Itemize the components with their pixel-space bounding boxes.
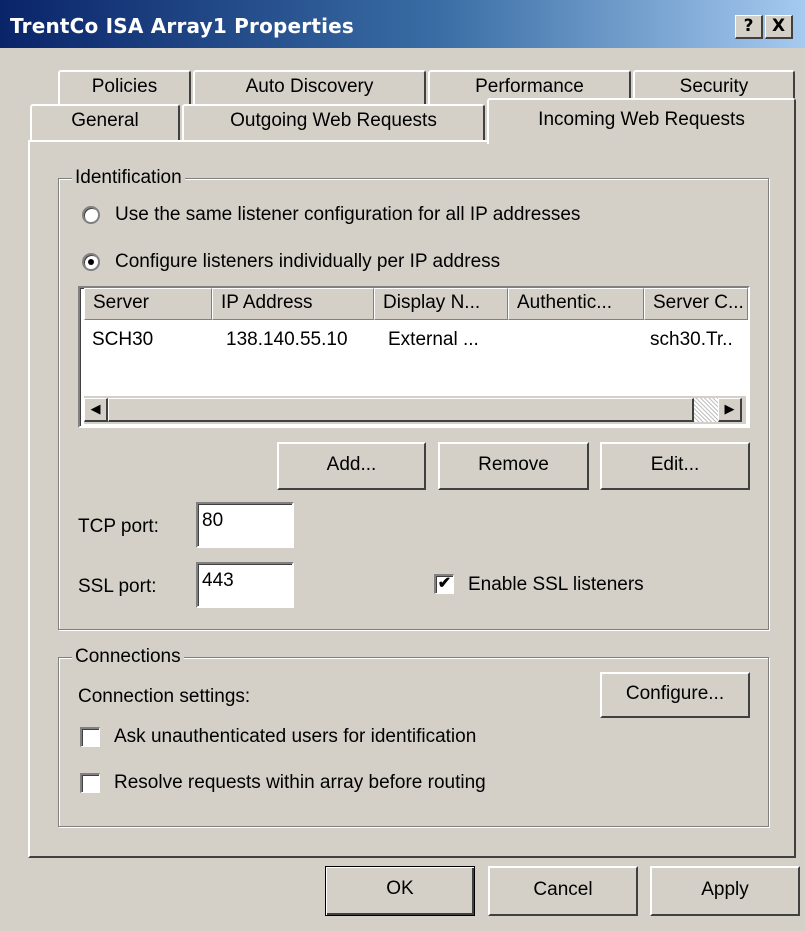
radio-same-config[interactable]: [82, 206, 100, 224]
tab-auto-discovery[interactable]: Auto Discovery: [193, 70, 426, 104]
tab-label: Auto Discovery: [245, 76, 374, 97]
ok-button[interactable]: OK: [325, 866, 475, 916]
table-cell: External ...: [388, 329, 479, 350]
table-cell: sch30.Tr..: [650, 329, 733, 350]
ask-unauthenticated-label[interactable]: Ask unauthenticated users for identifica…: [114, 726, 476, 748]
resolve-requests-label[interactable]: Resolve requests within array before rou…: [114, 772, 486, 794]
connection-settings-label: Connection settings:: [78, 686, 251, 707]
ssl-port-label: SSL port:: [78, 576, 157, 597]
edit-button[interactable]: Edit...: [600, 442, 750, 490]
close-button[interactable]: X: [765, 15, 793, 39]
apply-button-label: Apply: [701, 879, 749, 900]
table-cell: SCH30: [92, 329, 154, 350]
scroll-track[interactable]: [694, 398, 718, 422]
tab-label: Incoming Web Requests: [538, 109, 745, 130]
configure-button-label: Configure...: [625, 683, 725, 704]
checkmark-icon: ✔: [437, 575, 452, 592]
remove-button-label: Remove: [478, 454, 549, 475]
cancel-button[interactable]: Cancel: [488, 866, 638, 916]
tab-outgoing-web-requests[interactable]: Outgoing Web Requests: [182, 104, 485, 140]
tcp-port-label: TCP port:: [78, 516, 159, 537]
identification-legend: Identification: [72, 167, 185, 189]
tab-label: Security: [679, 76, 749, 97]
column-header-display-name[interactable]: Display N...: [374, 288, 508, 320]
enable-ssl-checkbox[interactable]: ✔: [434, 574, 454, 594]
enable-ssl-label[interactable]: Enable SSL listeners: [468, 574, 644, 596]
tab-label: Performance: [475, 76, 584, 97]
tcp-port-input[interactable]: 80: [196, 502, 294, 548]
remove-button[interactable]: Remove: [438, 442, 589, 490]
column-header-authentication[interactable]: Authentic...: [508, 288, 644, 320]
tab-general[interactable]: General: [30, 104, 180, 140]
tab-incoming-web-requests[interactable]: Incoming Web Requests: [487, 98, 796, 144]
column-header-ip-address[interactable]: IP Address: [212, 288, 374, 320]
connections-legend: Connections: [72, 646, 184, 668]
column-header-server[interactable]: Server: [84, 288, 212, 320]
table-cell: 138.140.55.10: [226, 329, 348, 350]
tab-label: Policies: [91, 76, 158, 97]
ssl-port-value: 443: [202, 570, 234, 591]
tab-policies[interactable]: Policies: [58, 70, 191, 104]
edit-button-label: Edit...: [650, 454, 700, 475]
apply-button[interactable]: Apply: [650, 866, 800, 916]
table-cell: [522, 326, 640, 354]
tab-label: General: [71, 110, 139, 131]
scroll-left-button[interactable]: ◀: [84, 398, 108, 422]
tab-label: Outgoing Web Requests: [230, 110, 437, 131]
listeners-list[interactable]: Server IP Address Display N... Authentic…: [78, 286, 750, 428]
tcp-port-value: 80: [202, 510, 224, 531]
ok-button-label: OK: [386, 878, 414, 899]
radio-individual-config[interactable]: [82, 253, 100, 271]
scroll-right-button[interactable]: ▶: [718, 398, 742, 422]
configure-button[interactable]: Configure...: [600, 672, 750, 718]
cancel-button-label: Cancel: [533, 879, 593, 900]
help-button[interactable]: ?: [735, 15, 763, 39]
ssl-port-input[interactable]: 443: [196, 562, 294, 608]
radio-same-config-label[interactable]: Use the same listener configuration for …: [115, 204, 580, 226]
title-bar[interactable]: TrentCo ISA Array1 Properties ? X: [0, 0, 805, 48]
radio-selected-dot: [88, 259, 94, 265]
ask-unauthenticated-checkbox[interactable]: [80, 727, 100, 747]
radio-individual-config-label[interactable]: Configure listeners individually per IP …: [115, 251, 500, 273]
window-title: TrentCo ISA Array1 Properties: [10, 14, 355, 38]
horizontal-scrollbar[interactable]: ◀ ▶: [84, 396, 746, 424]
column-header-server-certificate[interactable]: Server C...: [644, 288, 748, 320]
resolve-requests-checkbox[interactable]: [80, 773, 100, 793]
add-button-label: Add...: [326, 454, 377, 475]
scroll-thumb[interactable]: [108, 398, 694, 422]
add-button[interactable]: Add...: [277, 442, 426, 490]
